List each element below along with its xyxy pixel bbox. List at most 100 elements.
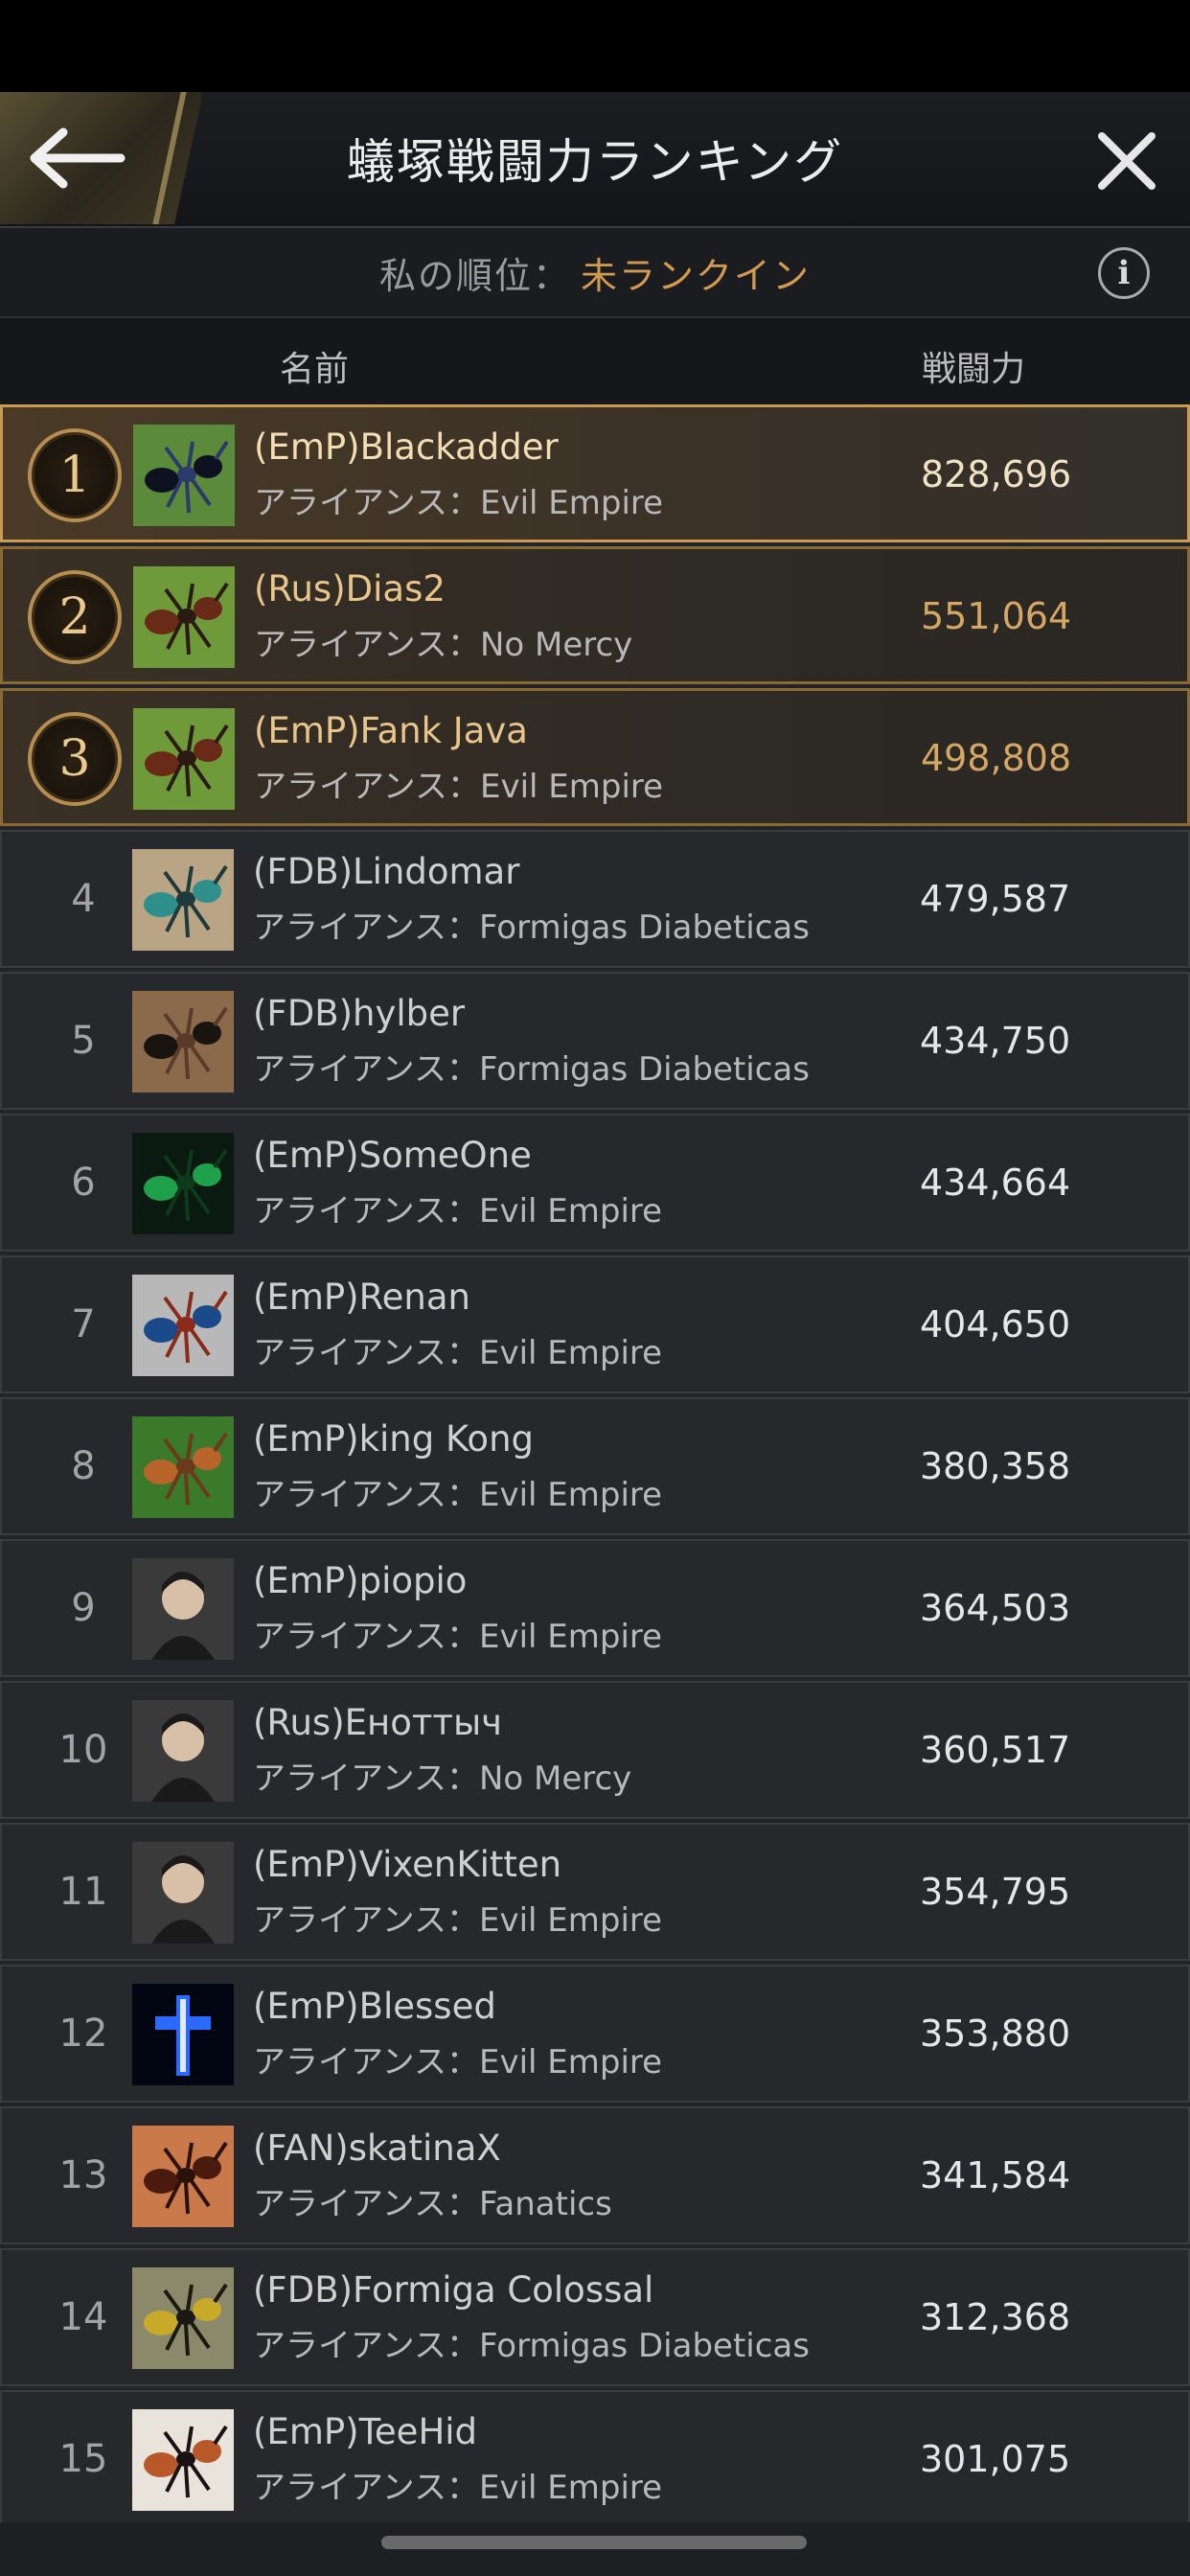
ranking-row[interactable]: 3 (EmP)Fank Java アライアンス：Evil Empire 498,80… [0,688,1190,826]
power-value: 498,808 [921,737,1072,779]
player-name: (EmP)SomeOne [253,1135,532,1176]
power-value: 341,584 [920,2154,1071,2196]
home-indicator[interactable] [381,2536,807,2549]
status-bar [0,0,1190,92]
power-value: 434,750 [920,1020,1071,1062]
alliance-name: アライアンス：Formigas Diabeticas [253,2327,810,2365]
rank-medal-icon: 3 [28,712,122,806]
blue-ant-avatar-icon[interactable] [132,1275,234,1376]
rank-number: 15 [58,2437,108,2481]
power-value: 364,503 [920,1587,1071,1629]
player-name: (FDB)Lindomar [253,851,520,892]
ranking-row[interactable]: 11 (EmP)VixenKitten アライアンス：Evil Empire 354… [0,1823,1190,1961]
power-value: 360,517 [920,1729,1071,1771]
close-icon[interactable] [1096,130,1157,192]
red-ant-avatar-icon[interactable] [133,566,235,668]
person-avatar-icon[interactable] [132,1842,234,1944]
rank-number: 10 [58,1728,108,1772]
my-rank-label: 私の順位： [378,254,571,297]
brown-ant-avatar-icon[interactable] [132,2126,234,2227]
alliance-name: アライアンス：Evil Empire [253,1476,663,1514]
info-icon[interactable]: i [1098,247,1150,299]
ranking-row[interactable]: 4 (FDB)Lindomar アライアンス：Formigas Diabetica… [0,830,1190,968]
person-avatar-icon[interactable] [132,1700,234,1802]
player-name: (EmP)Renan [253,1276,470,1318]
player-name: (Rus)Еноттыч [253,1702,503,1743]
alliance-name: アライアンス：Evil Empire [253,1618,663,1656]
rank-number: 12 [58,2012,108,2056]
bottom-strip [0,2522,1190,2576]
power-value: 828,696 [921,453,1072,495]
green-ant-avatar-icon[interactable] [132,1133,234,1234]
rank-number: 5 [71,1019,96,1063]
ranking-row[interactable]: 10 (Rus)Еноттыч アライアンス：No Mercy 360,517 [0,1681,1190,1819]
player-name: (EmP)Blessed [253,1986,496,2027]
player-name: (EmP)king Kong [253,1418,535,1460]
ranking-row[interactable]: 9 (EmP)piopio アライアンス：Evil Empire 364,503 [0,1539,1190,1677]
rank-number: 14 [58,2295,108,2339]
my-rank-bar: 私の順位： 未ランクイン i [0,228,1190,318]
my-rank-value: 未ランクイン [581,254,812,297]
ranking-row[interactable]: 14 (FDB)Formiga Colossal アライアンス：Formigas … [0,2248,1190,2386]
player-name: (FDB)Formiga Colossal [253,2269,654,2311]
player-name: (FDB)hylber [253,993,466,1034]
alliance-name: アライアンス：Evil Empire [253,1192,663,1230]
column-power-header: 戦闘力 [922,350,1026,389]
cross-avatar-icon[interactable] [132,1984,234,2085]
person-avatar-icon[interactable] [132,1558,234,1660]
orange-beetle-avatar-icon[interactable] [132,2409,234,2511]
ranking-row[interactable]: 5 (FDB)hylber アライアンス：Formigas Diabeticas 4… [0,972,1190,1110]
alliance-name: アライアンス：Evil Empire [253,2469,663,2507]
player-name: (EmP)VixenKitten [253,1844,562,1885]
alliance-name: アライアンス：Evil Empire [254,768,664,806]
black-ant-avatar-icon[interactable] [133,425,235,526]
ranking-row[interactable]: 2 (Rus)Dias2 アライアンス：No Mercy 551,064 [0,546,1190,684]
red-ant-avatar-icon[interactable] [133,708,235,810]
power-value: 353,880 [920,2012,1071,2055]
header-bar: 蟻塚戦闘力ランキング [0,92,1190,228]
ranking-row[interactable]: 6 (EmP)SomeOne アライアンス：Evil Empire 434,664 [0,1114,1190,1252]
power-value: 380,358 [920,1445,1071,1487]
alliance-name: アライアンス：Evil Empire [253,2043,663,2082]
player-name: (EmP)piopio [253,1560,468,1601]
rank-number: 4 [71,877,96,921]
alliance-name: アライアンス：Evil Empire [253,1334,663,1372]
teal-ant-avatar-icon[interactable] [132,849,234,951]
ranking-row[interactable]: 13 (FAN)skatinaX アライアンス：Fanatics 341,584 [0,2106,1190,2244]
rank-number: 13 [58,2153,108,2197]
column-name-header: 名前 [280,350,350,389]
player-name: (Rus)Dias2 [254,568,446,610]
player-name: (FAN)skatinaX [253,2128,501,2169]
page-title: 蟻塚戦闘力ランキング [346,134,844,190]
rank-number: 8 [71,1444,96,1488]
alliance-name: アライアンス：No Mercy [253,1760,632,1798]
power-value: 312,368 [920,2296,1071,2338]
ranking-row[interactable]: 1 (EmP)Blackadder アライアンス：Evil Empire 828,6… [0,404,1190,542]
yellow-ant-avatar-icon[interactable] [132,2267,234,2369]
power-value: 404,650 [920,1303,1071,1346]
alliance-name: アライアンス：Formigas Diabeticas [253,908,810,947]
rank-medal-icon: 1 [28,428,122,522]
alliance-name: アライアンス：Fanatics [253,2185,612,2223]
column-header: 名前 戦闘力 [0,318,1190,404]
player-name: (EmP)Blackadder [254,426,559,468]
rank-number: 11 [58,1870,108,1914]
ranking-row[interactable]: 12 (EmP)Blessed アライアンス：Evil Empire 353,880 [0,1965,1190,2103]
power-value: 434,664 [920,1162,1071,1204]
ranking-row[interactable]: 7 (EmP)Renan アライアンス：Evil Empire 404,650 [0,1255,1190,1393]
power-value: 479,587 [920,878,1071,920]
player-name: (EmP)TeeHid [253,2411,478,2452]
alliance-name: アライアンス：Evil Empire [253,1901,663,1940]
rank-medal-icon: 2 [28,570,122,664]
power-value: 551,064 [921,595,1072,637]
ranking-row[interactable]: 8 (EmP)king Kong アライアンス：Evil Empire 380,35… [0,1397,1190,1535]
power-value: 354,795 [920,1871,1071,1913]
rank-number: 9 [71,1586,96,1630]
dark-ant-avatar-icon[interactable] [132,991,234,1092]
my-rank-text: 私の順位： 未ランクイン [0,228,1190,316]
player-name: (EmP)Fank Java [254,710,528,751]
ranking-row[interactable]: 15 (EmP)TeeHid アライアンス：Evil Empire 301,075 [0,2390,1190,2528]
power-value: 301,075 [920,2438,1071,2480]
orange-ant-avatar-icon[interactable] [132,1416,234,1518]
alliance-name: アライアンス：No Mercy [254,626,633,664]
